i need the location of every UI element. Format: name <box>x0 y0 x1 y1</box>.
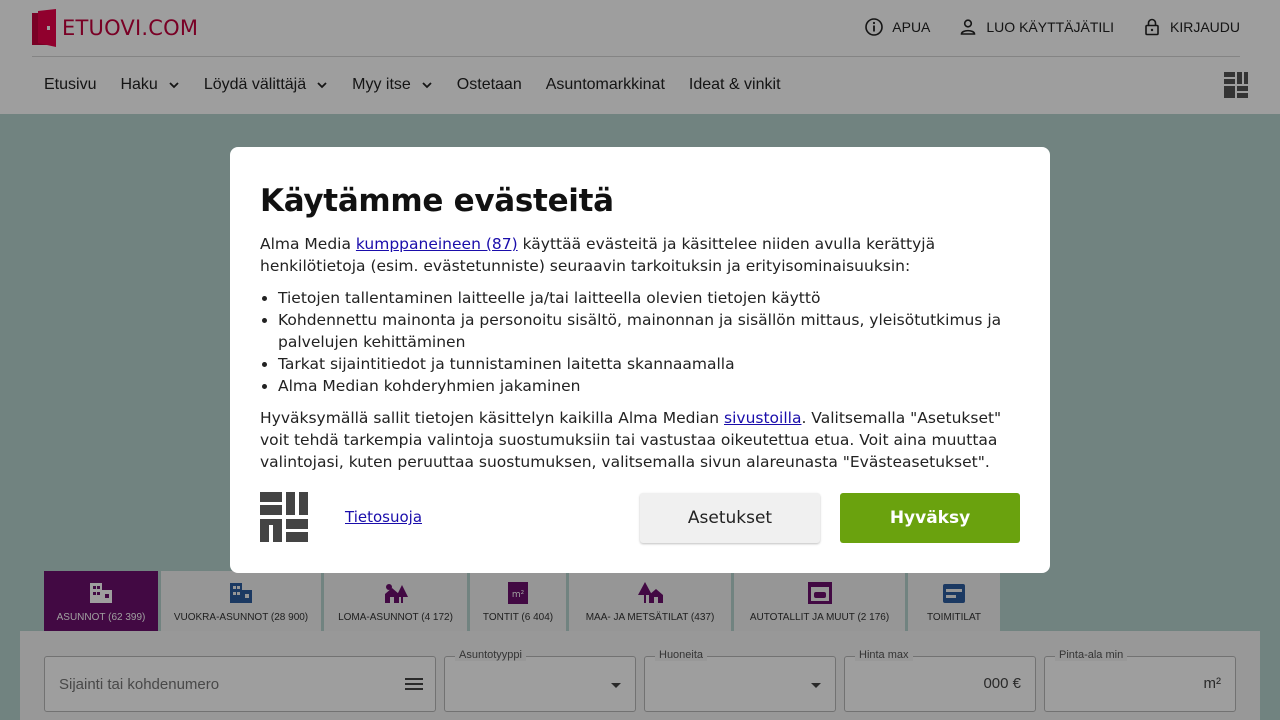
alma-logo-icon <box>260 492 308 542</box>
accept-button[interactable]: Hyväksy <box>840 493 1020 543</box>
outro-text-before: Hyväksymällä sallit tietojen käsittelyn … <box>260 409 725 427</box>
settings-button[interactable]: Asetukset <box>640 493 820 543</box>
list-item: Alma Median kohderyhmien jakaminen <box>278 375 1020 397</box>
page: ETUOVI.COM APUA LUO KÄYTTÄJÄTILI KIRJAUD… <box>0 0 1280 720</box>
consent-title: Käytämme evästeitä <box>260 183 614 219</box>
cookie-consent-dialog: Käytämme evästeitä Alma Media kumppanein… <box>230 147 1050 573</box>
consent-footer: Tietosuoja Asetukset Hyväksy <box>260 492 1020 544</box>
list-item: Tietojen tallentaminen laitteelle ja/tai… <box>278 287 1020 309</box>
consent-intro: Alma Media kumppaneineen (87) käyttää ev… <box>260 233 1020 277</box>
sites-link[interactable]: sivustoilla <box>724 409 801 427</box>
privacy-link[interactable]: Tietosuoja <box>345 508 422 526</box>
list-item: Tarkat sijaintitiedot ja tunnistaminen l… <box>278 353 1020 375</box>
list-item: Kohdennettu mainonta ja personoitu sisäl… <box>278 309 1020 353</box>
partners-link[interactable]: kumppaneineen (87) <box>356 235 518 253</box>
purpose-list: Tietojen tallentaminen laitteelle ja/tai… <box>260 287 1020 397</box>
consent-outro: Hyväksymällä sallit tietojen käsittelyn … <box>260 407 1020 473</box>
intro-text-before: Alma Media <box>260 235 356 253</box>
